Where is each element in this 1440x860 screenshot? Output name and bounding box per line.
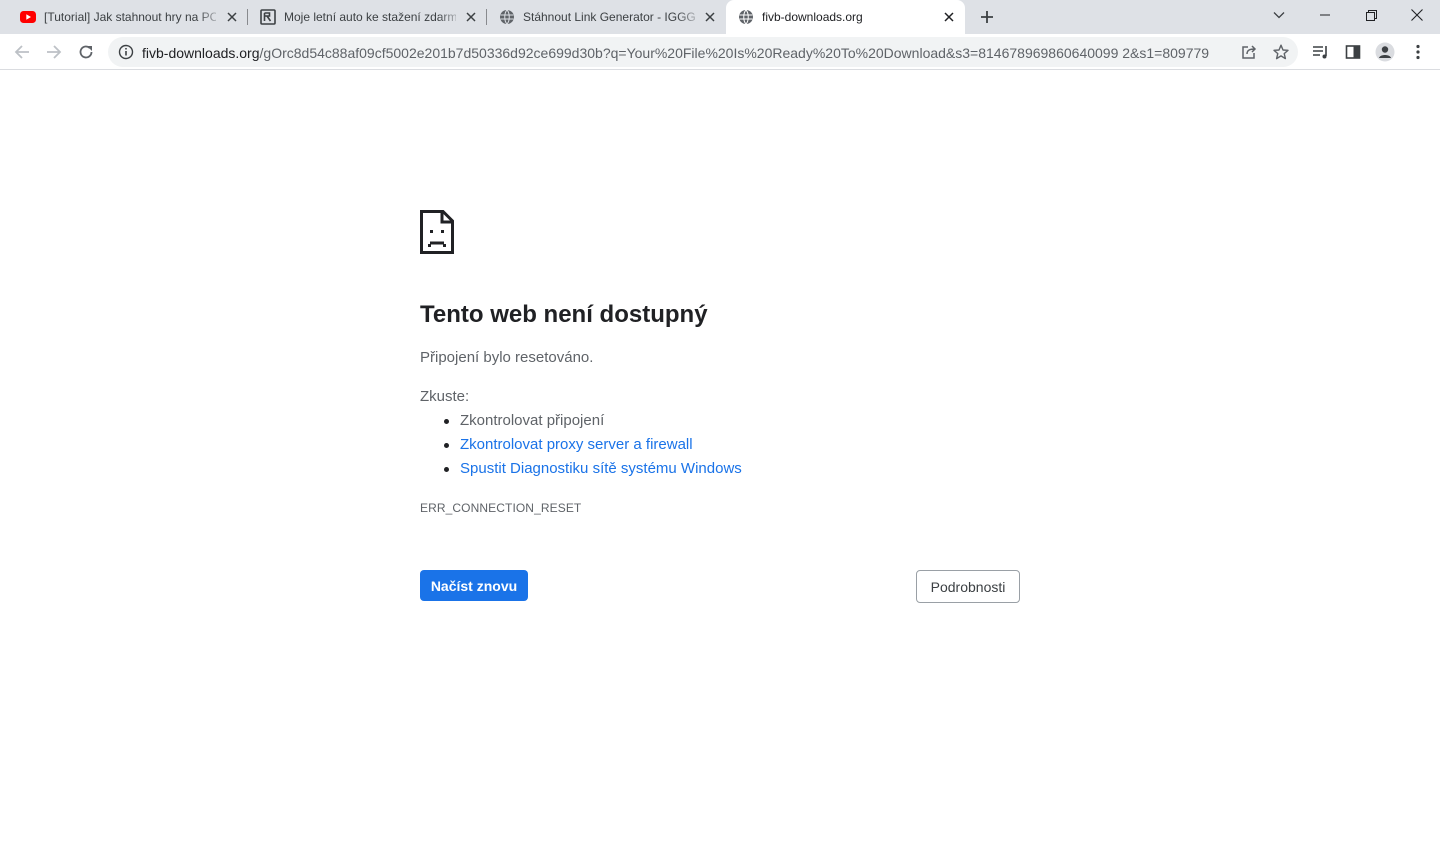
new-tab-button[interactable] xyxy=(976,6,998,28)
suggestions-label: Zkuste: xyxy=(420,388,470,405)
close-icon xyxy=(1411,9,1423,21)
tab-title: Moje letní auto ke stažení zdarma xyxy=(284,10,456,24)
media-queue-icon xyxy=(1313,46,1327,59)
url-host: fivb-downloads.org xyxy=(142,45,260,61)
tab-title: [Tutorial] Jak stahnout hry na PC xyxy=(44,10,216,24)
tab-title: Stáhnout Link Generator - IGGGAMES xyxy=(523,10,695,24)
bookmark-button[interactable] xyxy=(1272,43,1290,61)
error-title: Tento web není dostupný xyxy=(420,301,708,328)
reload-icon xyxy=(79,45,93,59)
sad-document-icon xyxy=(420,210,454,254)
url-text[interactable]: fivb-downloads.org/gOrc8d54c88af09cf5002… xyxy=(142,45,1209,61)
media-controls-button[interactable] xyxy=(1311,42,1331,62)
minimize-icon xyxy=(1320,14,1330,16)
url-path: /gOrc8d54c88af09cf5002e201b7d50336d92ce6… xyxy=(259,45,1210,61)
browser-toolbar: fivb-downloads.org/gOrc8d54c88af09cf5002… xyxy=(0,34,1440,70)
chevron-down-icon xyxy=(1273,12,1285,19)
side-panel-button[interactable] xyxy=(1343,42,1363,62)
close-tab-icon[interactable] xyxy=(463,9,479,25)
arrow-right-icon xyxy=(47,45,62,59)
tab-strip: [Tutorial] Jak stahnout hry na PC Moje l… xyxy=(0,0,1440,34)
tab-search-button[interactable] xyxy=(1256,0,1302,30)
suggestion-check-connection: Zkontrolovat připojení xyxy=(444,412,742,436)
share-button[interactable] xyxy=(1240,43,1258,61)
share-icon xyxy=(1242,45,1257,59)
restore-button[interactable] xyxy=(1348,0,1394,30)
tab-title: fivb-downloads.org xyxy=(762,10,863,24)
forward-button[interactable] xyxy=(42,40,66,64)
tab-fivb-downloads[interactable]: fivb-downloads.org xyxy=(726,0,965,34)
error-subtitle: Připojení bylo resetováno. xyxy=(420,349,594,366)
restore-icon xyxy=(1365,9,1377,21)
tab-summer-car[interactable]: Moje letní auto ke stažení zdarma xyxy=(248,0,487,34)
tab-youtube-tutorial[interactable]: [Tutorial] Jak stahnout hry na PC xyxy=(8,0,248,34)
plus-icon xyxy=(981,11,993,23)
address-bar[interactable]: fivb-downloads.org/gOrc8d54c88af09cf5002… xyxy=(108,37,1298,67)
minimize-button[interactable] xyxy=(1302,0,1348,30)
close-tab-icon[interactable] xyxy=(702,9,718,25)
menu-button[interactable] xyxy=(1408,42,1428,62)
star-icon xyxy=(1273,44,1289,60)
site-logo-icon xyxy=(260,9,276,25)
details-button[interactable]: Podrobnosti xyxy=(916,570,1020,603)
reload-button[interactable] xyxy=(74,40,98,64)
error-code: ERR_CONNECTION_RESET xyxy=(420,501,582,515)
avatar-icon xyxy=(1375,42,1395,62)
profile-button[interactable] xyxy=(1375,42,1395,62)
site-info-icon[interactable] xyxy=(118,44,134,60)
suggestion-run-diagnostics-link[interactable]: Spustit Diagnostiku sítě systému Windows xyxy=(444,460,742,484)
close-tab-icon[interactable] xyxy=(941,9,957,25)
suggestion-check-proxy-link[interactable]: Zkontrolovat proxy server a firewall xyxy=(444,436,742,460)
close-window-button[interactable] xyxy=(1394,0,1440,30)
reload-page-button[interactable]: Načíst znovu xyxy=(420,570,528,601)
globe-icon xyxy=(500,9,514,25)
globe-icon xyxy=(739,9,753,25)
back-button[interactable] xyxy=(10,40,34,64)
arrow-left-icon xyxy=(14,45,29,59)
youtube-icon xyxy=(20,11,36,23)
suggestions-list: Zkontrolovat připojení Zkontrolovat prox… xyxy=(444,412,742,484)
close-tab-icon[interactable] xyxy=(224,9,240,25)
side-panel-icon xyxy=(1345,45,1361,59)
more-vert-icon xyxy=(1416,44,1420,60)
tab-link-generator[interactable]: Stáhnout Link Generator - IGGGAMES xyxy=(487,0,726,34)
